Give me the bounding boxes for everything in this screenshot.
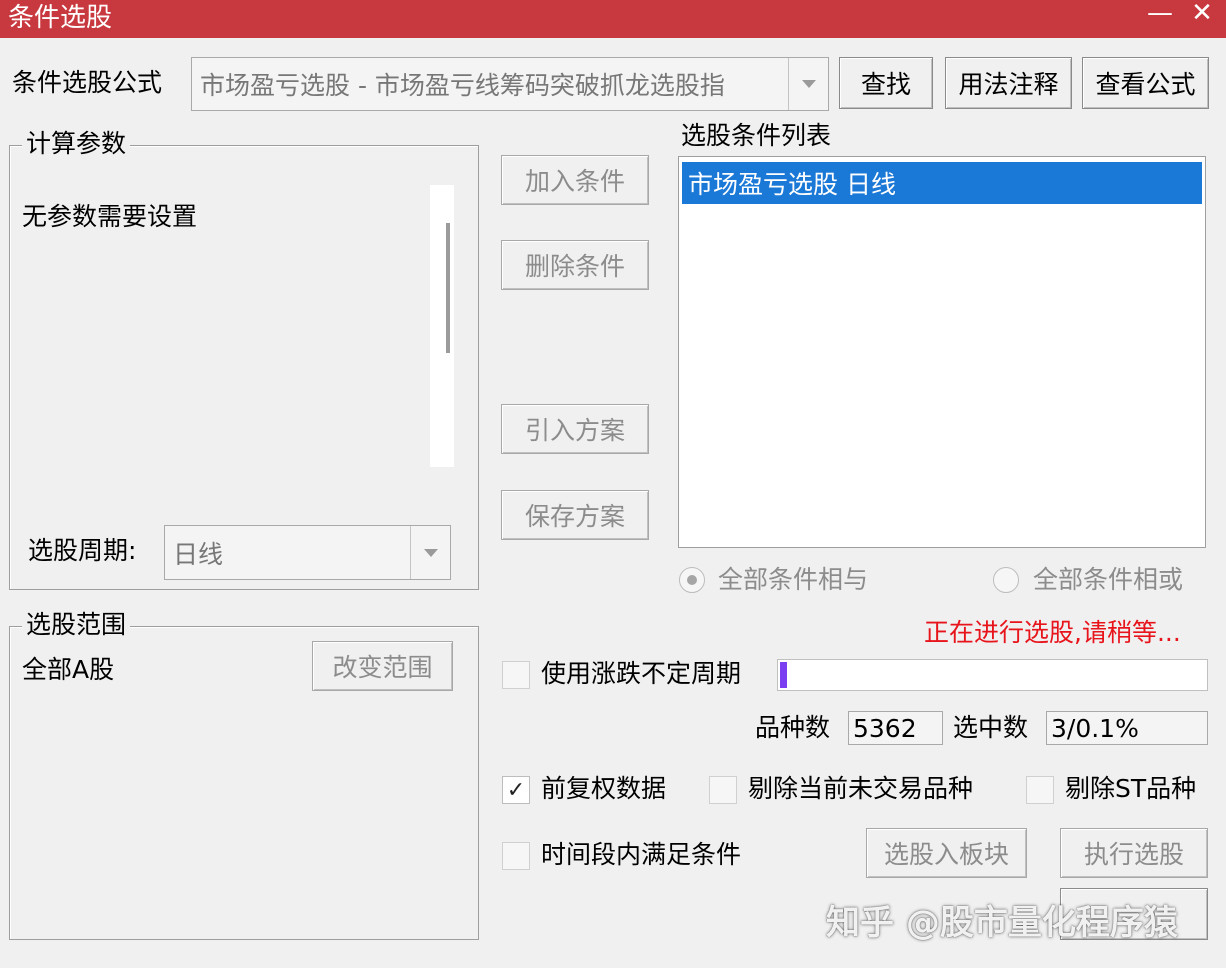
params-legend: 计算参数 bbox=[22, 128, 131, 160]
and-radio-label: 全部条件相与 bbox=[718, 565, 869, 594]
period-dropdown-arrow[interactable] bbox=[410, 526, 450, 579]
exclude-st-label: 剔除ST品种 bbox=[1065, 774, 1197, 803]
condition-list-item[interactable]: 市场盈亏选股 日线 bbox=[682, 162, 1202, 204]
view-formula-button[interactable]: 查看公式 bbox=[1082, 57, 1209, 109]
chevron-down-icon bbox=[423, 548, 438, 557]
change-scope-button[interactable]: 改变范围 bbox=[312, 641, 453, 691]
selected-count-value: 3/0.1% bbox=[1046, 711, 1208, 745]
time-range-checkbox[interactable] bbox=[502, 842, 530, 870]
progress-fill bbox=[780, 662, 787, 688]
title-bar: 条件选股 — ✕ bbox=[0, 0, 1226, 38]
import-scheme-button[interactable]: 引入方案 bbox=[501, 404, 649, 454]
formula-dropdown-arrow[interactable] bbox=[788, 58, 828, 110]
period-label: 选股周期: bbox=[28, 536, 137, 565]
add-to-block-button[interactable]: 选股入板块 bbox=[866, 828, 1027, 878]
or-radio-label: 全部条件相或 bbox=[1033, 565, 1184, 594]
window-title: 条件选股 bbox=[8, 3, 113, 33]
delete-condition-button[interactable]: 删除条件 bbox=[501, 240, 649, 290]
or-radio[interactable] bbox=[993, 567, 1019, 593]
pre-adjusted-checkbox[interactable]: ✓ bbox=[502, 776, 530, 804]
conditions-list[interactable]: 市场盈亏选股 日线 bbox=[678, 156, 1206, 548]
variable-period-checkbox[interactable] bbox=[502, 661, 530, 689]
selected-count-label: 选中数 bbox=[953, 713, 1029, 742]
formula-label: 条件选股公式 bbox=[12, 68, 163, 97]
time-range-label: 时间段内满足条件 bbox=[541, 840, 742, 869]
add-condition-button[interactable]: 加入条件 bbox=[501, 155, 649, 205]
scope-legend: 选股范围 bbox=[22, 609, 131, 641]
period-selected-value: 日线 bbox=[173, 539, 224, 569]
save-scheme-button[interactable]: 保存方案 bbox=[501, 490, 649, 540]
exclude-untraded-label: 剔除当前未交易品种 bbox=[748, 774, 974, 803]
chevron-down-icon bbox=[801, 80, 816, 88]
formula-select[interactable]: 市场盈亏选股 - 市场盈亏线筹码突破抓龙选股指 bbox=[191, 57, 829, 111]
params-scrollbar-thumb[interactable] bbox=[446, 223, 450, 353]
minimize-button[interactable]: — bbox=[1140, 0, 1180, 30]
exclude-untraded-checkbox[interactable] bbox=[709, 776, 737, 804]
close-button[interactable]: ✕ bbox=[1182, 0, 1222, 30]
exclude-st-checkbox[interactable] bbox=[1026, 776, 1054, 804]
check-icon: ✓ bbox=[506, 777, 526, 803]
conditions-label: 选股条件列表 bbox=[681, 121, 832, 150]
watermark: 知乎 @股市量化程序猿 bbox=[826, 903, 1178, 943]
status-message: 正在进行选股,请稍等... bbox=[924, 618, 1181, 647]
params-message: 无参数需要设置 bbox=[22, 202, 198, 231]
pre-adjusted-label: 前复权数据 bbox=[541, 774, 667, 803]
and-radio[interactable] bbox=[679, 567, 705, 593]
variable-period-label: 使用涨跌不定周期 bbox=[541, 659, 742, 688]
period-select[interactable]: 日线 bbox=[164, 525, 451, 580]
find-button[interactable]: 查找 bbox=[839, 57, 933, 109]
params-scrollbar[interactable] bbox=[430, 185, 454, 467]
count-label: 品种数 bbox=[755, 713, 831, 742]
usage-notes-button[interactable]: 用法注释 bbox=[945, 57, 1072, 109]
formula-selected-value: 市场盈亏选股 - 市场盈亏线筹码突破抓龙选股指 bbox=[200, 71, 725, 100]
scope-value: 全部A股 bbox=[22, 655, 115, 684]
count-value: 5362 bbox=[848, 711, 943, 745]
selection-progress-bar bbox=[777, 659, 1208, 691]
execute-selection-button[interactable]: 执行选股 bbox=[1060, 828, 1208, 878]
